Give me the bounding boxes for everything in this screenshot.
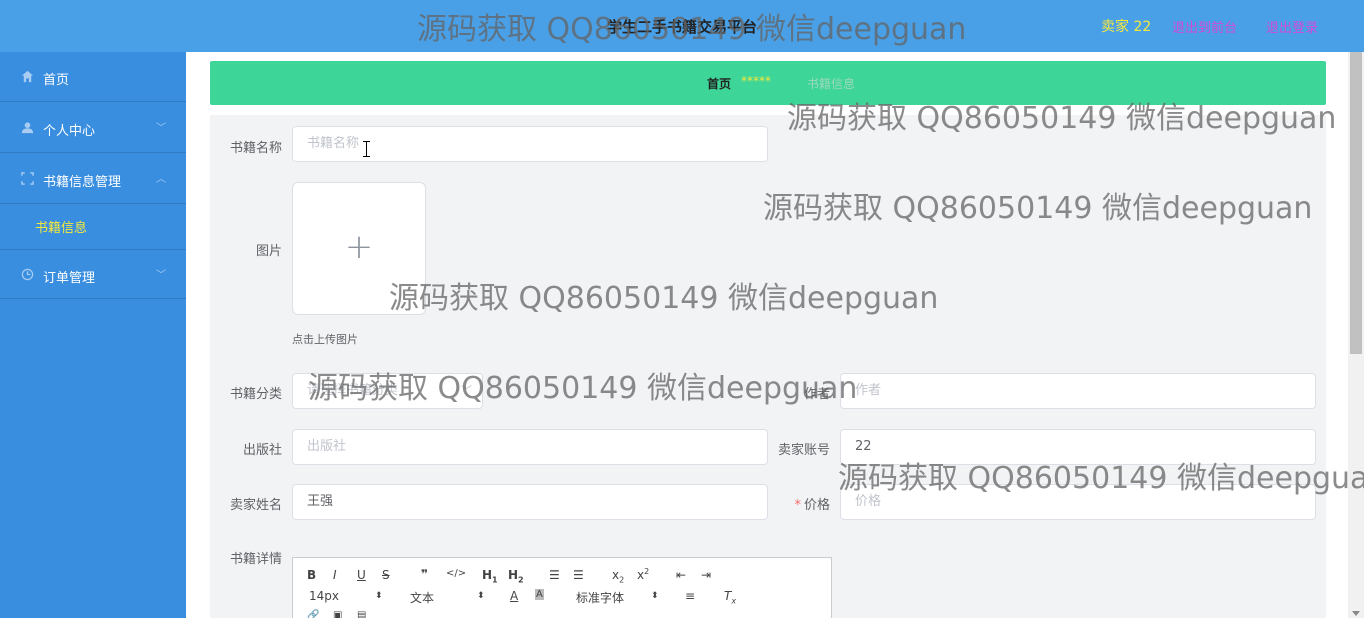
font-size-value: 14px xyxy=(309,589,339,603)
indent-icon[interactable]: ⇥ xyxy=(701,568,711,582)
price-input[interactable]: 价格 xyxy=(840,484,1316,520)
quote-icon[interactable]: ❞ xyxy=(421,567,428,581)
font-family-select[interactable]: 标准字体 xyxy=(576,589,624,606)
header-value: 文本 xyxy=(410,591,435,605)
updown-icon: ⬍ xyxy=(477,591,485,601)
breadcrumb-current: 书籍信息 xyxy=(807,77,856,91)
image-label: 图片 xyxy=(255,244,282,259)
user-icon xyxy=(21,122,34,134)
breadcrumb-separator: ***** xyxy=(741,74,771,88)
seller-account-input[interactable]: 22 xyxy=(840,429,1316,465)
updown-icon: ⬍ xyxy=(375,591,383,601)
sidebar-item-book-management[interactable]: 书籍信息管理 ︿ xyxy=(0,154,186,204)
price-label: * 价格 xyxy=(770,494,830,513)
sidebar-item-label: 首页 xyxy=(43,73,70,88)
seller-name-input[interactable]: 王强 xyxy=(292,484,768,520)
code-icon[interactable]: </> xyxy=(446,568,466,579)
italic-icon[interactable]: I xyxy=(333,568,337,582)
rich-text-editor[interactable]: B I U S ❞ </> H1 H2 ☰ ☰ x2 x2 ⇤ ⇥ 14px ⬍… xyxy=(292,557,832,618)
sidebar-item-personal-center[interactable]: 个人中心 ﹀ xyxy=(0,103,186,153)
detail-label: 书籍详情 xyxy=(229,552,282,567)
sidebar-item-label: 书籍信息管理 xyxy=(43,175,122,190)
font-family-value: 标准字体 xyxy=(576,591,625,605)
strike-icon[interactable]: S xyxy=(382,568,390,582)
category-select[interactable]: 请选择书籍分类 ﹀ xyxy=(292,373,483,409)
superscript-icon[interactable]: x2 xyxy=(637,567,649,582)
text-cursor-icon xyxy=(363,141,372,157)
bold-icon[interactable]: B xyxy=(307,568,316,582)
image-upload[interactable]: + xyxy=(292,182,426,315)
link-icon[interactable]: 🔗 xyxy=(307,610,319,618)
video-icon[interactable]: ▤ xyxy=(357,610,366,618)
author-label: 作者 xyxy=(803,387,830,402)
seller-account-label: 卖家账号 xyxy=(777,443,830,458)
clear-format-icon[interactable]: Tx xyxy=(724,589,736,605)
chevron-down-icon: ﹀ xyxy=(156,123,166,134)
chevron-down-icon: ﹀ xyxy=(461,384,472,397)
app-title: 学生二手书籍交易平台 xyxy=(606,18,757,36)
main-content: 首页 ***** 书籍信息 书籍名称 书籍名称 图片 + 点击上传图片 书籍分类… xyxy=(186,52,1348,618)
required-mark: * xyxy=(794,498,801,513)
font-size-select[interactable]: 14px xyxy=(309,589,339,603)
breadcrumb: 首页 ***** 书籍信息 xyxy=(210,61,1326,105)
book-name-label: 书籍名称 xyxy=(229,141,282,156)
seller-name-label: 卖家姓名 xyxy=(229,498,282,513)
home-icon xyxy=(21,70,34,83)
sidebar: 首页 个人中心 ﹀ 书籍信息管理 ︿ 书籍信息 订单管理 ﹀ xyxy=(0,52,186,618)
underline-icon[interactable]: U xyxy=(357,568,366,582)
bullet-list-icon[interactable]: ☰ xyxy=(573,568,584,582)
updown-icon: ⬍ xyxy=(651,591,659,601)
breadcrumb-home[interactable]: 首页 xyxy=(707,75,731,92)
image-icon[interactable]: ▣ xyxy=(333,610,342,618)
chevron-up-icon: ︿ xyxy=(156,174,166,185)
logout-link[interactable]: 退出登录 xyxy=(1266,17,1318,36)
outdent-icon[interactable]: ⇤ xyxy=(676,568,686,582)
sidebar-item-label: 个人中心 xyxy=(43,124,96,139)
publisher-label: 出版社 xyxy=(242,443,282,458)
sidebar-item-home[interactable]: 首页 xyxy=(0,52,186,102)
text-color-icon[interactable]: A xyxy=(510,589,518,603)
h1-icon[interactable]: H1 xyxy=(482,568,498,584)
category-select-value: 请选择书籍分类 xyxy=(307,383,399,398)
upload-tip: 点击上传图片 xyxy=(292,333,358,346)
top-bar: 学生二手书籍交易平台 卖家 22 退出到前台 退出登录 xyxy=(0,0,1364,52)
ordered-list-icon[interactable]: ☰ xyxy=(549,568,560,582)
subscript-icon[interactable]: x2 xyxy=(612,568,624,584)
h2-icon[interactable]: H2 xyxy=(508,568,524,584)
price-label-text: 价格 xyxy=(803,498,830,513)
clock-icon xyxy=(21,268,34,281)
sidebar-item-orders[interactable]: 订单管理 ﹀ xyxy=(0,249,186,299)
plus-icon: + xyxy=(344,227,374,267)
sidebar-subitem-book-info[interactable]: 书籍信息 xyxy=(0,202,186,248)
publisher-input[interactable]: 出版社 xyxy=(292,429,768,465)
author-input[interactable]: 作者 xyxy=(840,373,1316,409)
sidebar-subitem-label: 书籍信息 xyxy=(35,221,88,236)
align-icon[interactable]: ≡ xyxy=(685,589,695,603)
chevron-down-icon: ﹀ xyxy=(156,270,166,281)
book-form: 书籍名称 书籍名称 图片 + 点击上传图片 书籍分类 请选择书籍分类 ﹀ 作者 … xyxy=(210,115,1326,618)
category-label: 书籍分类 xyxy=(229,387,282,402)
front-link[interactable]: 退出到前台 xyxy=(1172,17,1237,36)
background-color-icon[interactable]: A xyxy=(535,589,544,600)
header-select[interactable]: 文本 xyxy=(410,589,434,606)
page-scrollbar[interactable] xyxy=(1348,52,1364,618)
expand-icon xyxy=(21,172,34,185)
scroll-down-arrow-icon[interactable] xyxy=(1352,611,1360,616)
scrollbar-thumb[interactable] xyxy=(1350,52,1362,354)
seller-label: 卖家 22 xyxy=(1101,19,1152,35)
sidebar-item-label: 订单管理 xyxy=(43,271,96,286)
